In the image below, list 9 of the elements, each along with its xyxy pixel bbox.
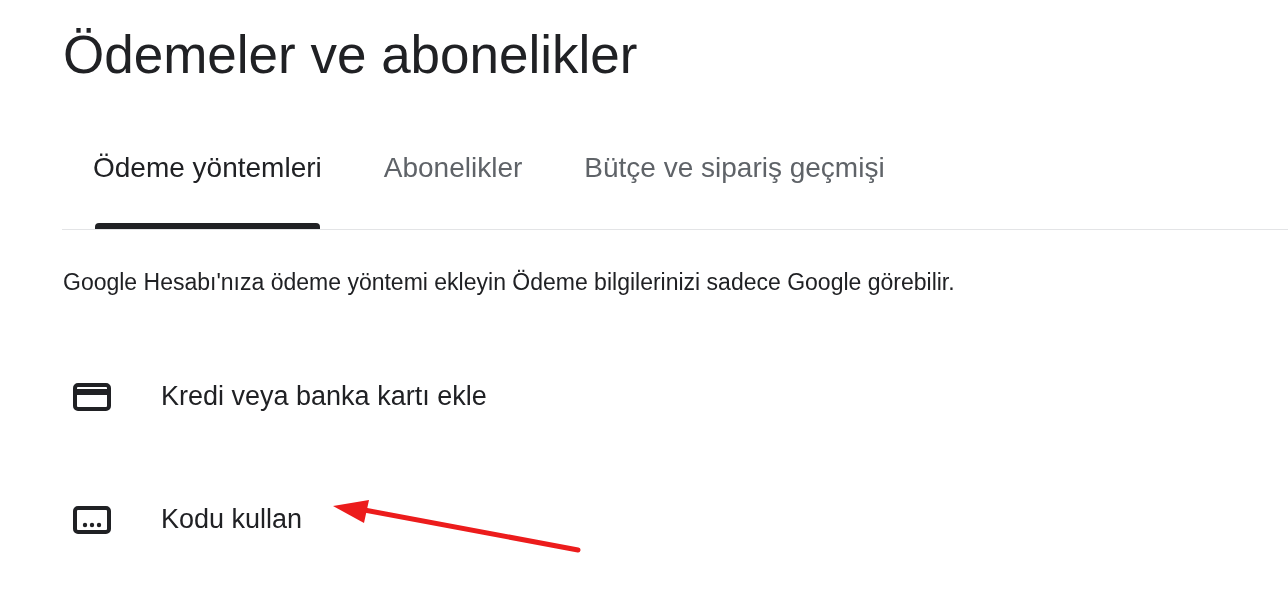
tab[interactable]: Ödeme yöntemleri bbox=[62, 130, 353, 229]
tab[interactable]: Abonelikler bbox=[352, 130, 554, 229]
tab[interactable]: Bütçe ve sipariş geçmişi bbox=[553, 130, 916, 229]
option-item[interactable]: Kodu kullan bbox=[63, 491, 303, 548]
option-item[interactable]: Kredi veya banka kartı ekle bbox=[63, 368, 487, 425]
credit-card-icon bbox=[73, 382, 111, 411]
dots-box-icon bbox=[73, 505, 111, 534]
info-text: Google Hesabı'nıza ödeme yöntemi ekleyin Ödeme bilgilerinizi sadece Google görebilir. bbox=[63, 268, 955, 296]
page-title: Ödemeler ve abonelikler bbox=[63, 24, 638, 86]
